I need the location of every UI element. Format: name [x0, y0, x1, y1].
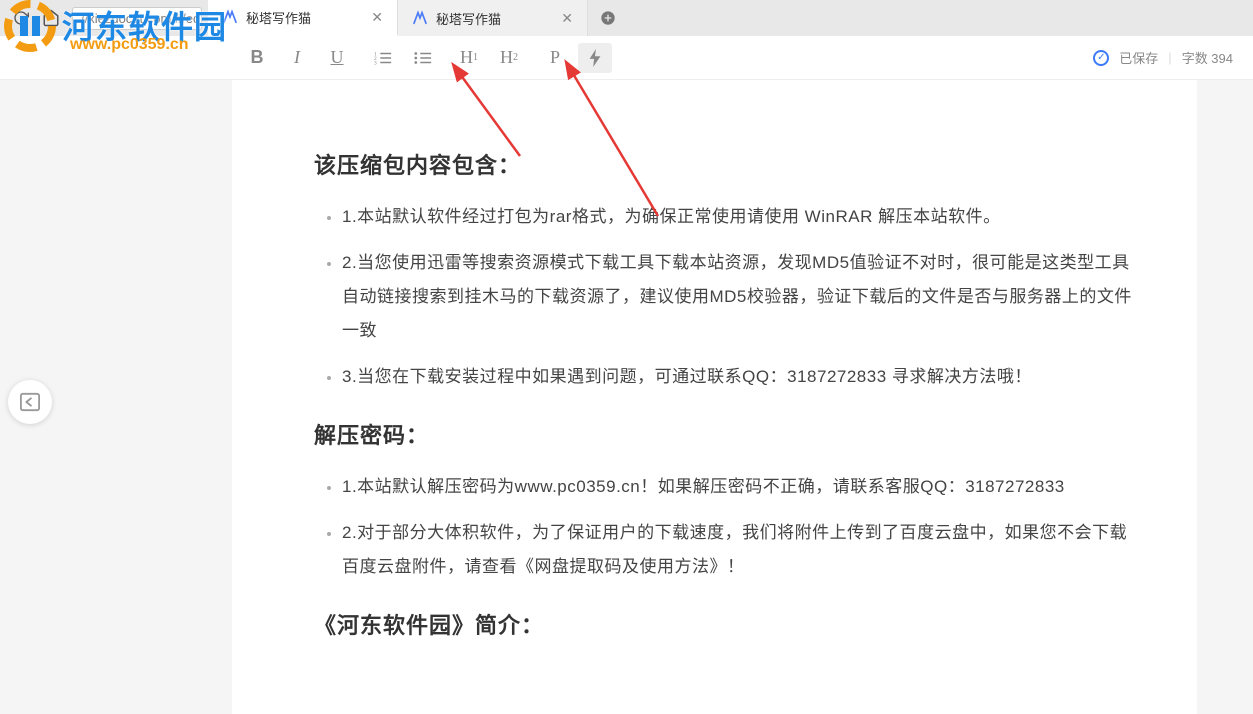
saved-check-icon: ✓ — [1093, 50, 1109, 66]
tab-title: 秘塔写作猫 — [436, 9, 501, 28]
h2-button[interactable]: H2 — [492, 43, 526, 73]
svg-text:3: 3 — [374, 60, 377, 66]
tab-1[interactable]: 秘塔写作猫 ✕ — [208, 0, 398, 36]
paragraph-button[interactable]: P — [538, 43, 572, 73]
ai-bolt-button[interactable] — [578, 43, 612, 73]
favicon-icon — [412, 10, 428, 26]
list-section-2: 1.本站默认解压密码为www.pc0359.cn！如果解压密码不正确，请联系客服… — [314, 470, 1135, 584]
heading-package-contents: 该压缩包内容包含： — [314, 148, 1135, 180]
list-item: 1.本站默认软件经过打包为rar格式，为确保正常使用请使用 WinRAR 解压本… — [342, 200, 1135, 234]
tab-strip: 秘塔写作猫 ✕ 秘塔写作猫 ✕ — [208, 0, 628, 36]
editor-toolbar-row: B I U 123 H1 H2 P ✓ 已保存 | 字数 394 — [0, 36, 1253, 80]
close-icon[interactable]: ✕ — [371, 9, 383, 26]
list-item: 3.当您在下载安装过程中如果遇到问题，可通过联系QQ：3187272833 寻求… — [342, 360, 1135, 394]
editor-toolbar: B I U 123 H1 H2 P — [240, 43, 612, 73]
unordered-list-button[interactable] — [406, 43, 440, 73]
bold-button[interactable]: B — [240, 43, 274, 73]
close-icon[interactable]: ✕ — [561, 10, 573, 27]
italic-button[interactable]: I — [280, 43, 314, 73]
reload-icon[interactable] — [12, 9, 30, 27]
list-item: 1.本站默认解压密码为www.pc0359.cn！如果解压密码不正确，请联系客服… — [342, 470, 1135, 504]
collapse-sidebar-button[interactable] — [8, 380, 52, 424]
list-item: 2.当您使用迅雷等搜索资源模式下载工具下载本站资源，发现MD5值验证不对时，很可… — [342, 246, 1135, 348]
browser-chrome: //xiezuocat.com/#/ed 秘塔写作猫 ✕ 秘塔写作猫 ✕ — [0, 0, 1253, 36]
heading-about: 《河东软件园》简介： — [314, 608, 1135, 640]
home-icon[interactable] — [42, 9, 60, 27]
list-section-1: 1.本站默认软件经过打包为rar格式，为确保正常使用请使用 WinRAR 解压本… — [314, 200, 1135, 394]
divider: | — [1168, 50, 1171, 65]
h1-button[interactable]: H1 — [452, 43, 486, 73]
status-area: ✓ 已保存 | 字数 394 — [1093, 48, 1233, 67]
tab-title: 秘塔写作猫 — [246, 8, 311, 27]
url-input[interactable]: //xiezuocat.com/#/ed — [72, 7, 202, 30]
browser-nav — [0, 9, 72, 27]
underline-button[interactable]: U — [320, 43, 354, 73]
favicon-icon — [222, 9, 238, 25]
heading-unzip-password: 解压密码： — [314, 418, 1135, 450]
ordered-list-button[interactable]: 123 — [366, 43, 400, 73]
tab-2[interactable]: 秘塔写作猫 ✕ — [398, 0, 588, 36]
new-tab-button[interactable] — [588, 0, 628, 36]
word-count-label: 字数 394 — [1182, 48, 1233, 67]
document-editor[interactable]: 该压缩包内容包含： 1.本站默认软件经过打包为rar格式，为确保正常使用请使用 … — [232, 80, 1197, 714]
saved-label: 已保存 — [1119, 48, 1158, 67]
list-item: 2.对于部分大体积软件，为了保证用户的下载速度，我们将附件上传到了百度云盘中，如… — [342, 516, 1135, 584]
